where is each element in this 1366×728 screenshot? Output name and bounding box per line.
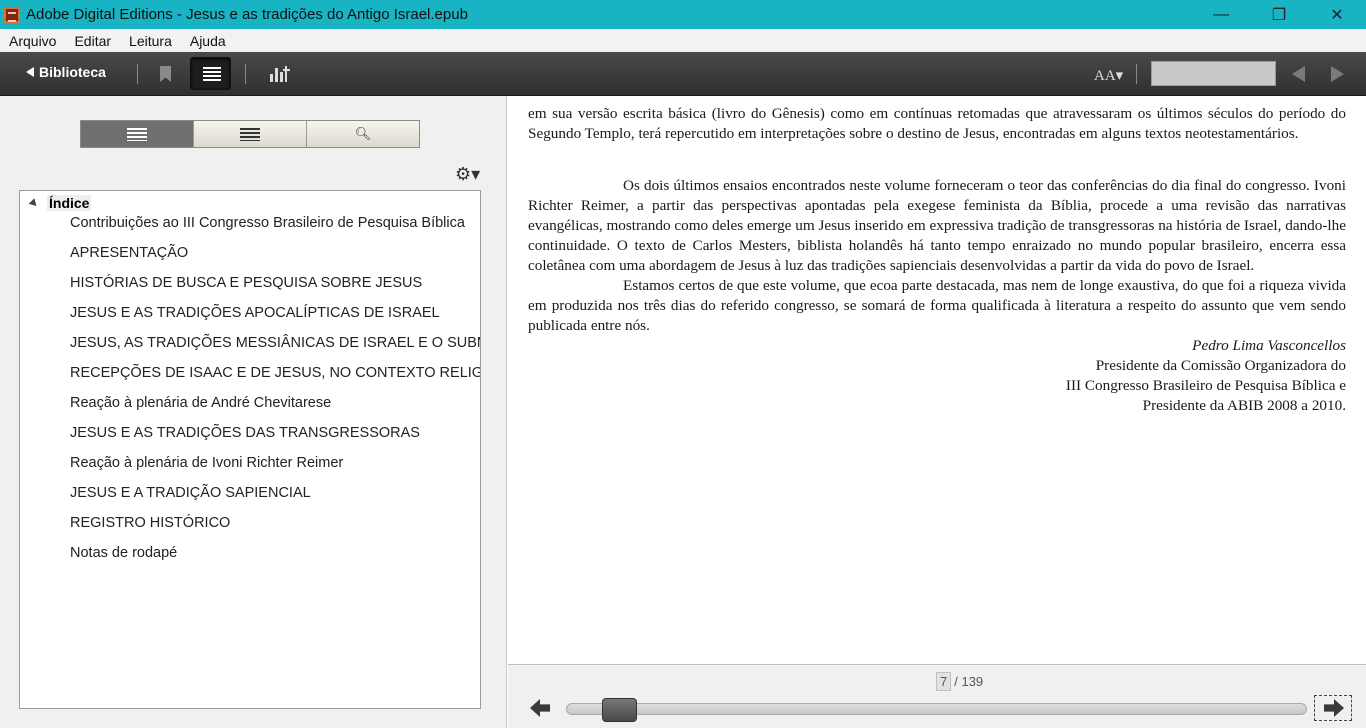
current-page-field[interactable]: 7 xyxy=(936,672,952,691)
toolbar-divider xyxy=(1136,64,1137,84)
page-slider[interactable] xyxy=(566,698,1307,722)
toc-item[interactable]: JESUS E AS TRADIÇÕES DAS TRANSGRESSORAS xyxy=(70,425,420,441)
window-title: Adobe Digital Editions - Jesus e as trad… xyxy=(26,6,468,23)
toc-root-label: Índice xyxy=(47,195,92,211)
slider-thumb[interactable] xyxy=(602,698,637,722)
font-size-icon[interactable]: AA▾ xyxy=(1094,66,1123,85)
toc-item[interactable]: APRESENTAÇÃO xyxy=(70,245,188,261)
paragraph: Estamos certos de que este volume, que e… xyxy=(528,277,1346,334)
search-input[interactable] xyxy=(1151,61,1276,86)
toc-root[interactable]: Índice xyxy=(28,195,92,211)
previous-page-button[interactable] xyxy=(530,698,552,718)
toc-item[interactable]: JESUS, AS TRADIÇÕES MESSIÂNICAS DE ISRAE… xyxy=(70,335,480,351)
adobe-digital-editions-icon xyxy=(4,6,20,23)
arrow-left-icon xyxy=(530,699,550,717)
next-page-button[interactable] xyxy=(1314,695,1352,721)
tab-search[interactable]: 🔍︎ xyxy=(307,121,419,147)
maximize-button[interactable]: ❐ xyxy=(1250,0,1308,29)
toc-view-button[interactable] xyxy=(190,57,231,90)
previous-page-icon[interactable] xyxy=(1292,66,1305,82)
bookmark-list-icon xyxy=(240,127,260,141)
total-pages: / 139 xyxy=(954,674,984,689)
menu-bar: Arquivo Editar Leitura Ajuda xyxy=(0,29,1366,52)
signature-line: Presidente da ABIB 2008 a 2010. xyxy=(1142,397,1346,414)
reading-pane: em sua versão escrita básica (livro do G… xyxy=(508,96,1366,664)
toc-item[interactable]: Notas de rodapé xyxy=(70,545,177,561)
tab-table-of-contents[interactable] xyxy=(81,121,194,147)
toc-item[interactable]: Reação à plenária de Ivoni Richter Reime… xyxy=(70,455,343,471)
paragraph: em sua versão escrita básica (livro do G… xyxy=(528,105,1346,142)
close-button[interactable]: ✕ xyxy=(1308,0,1366,29)
toc-item[interactable]: HISTÓRIAS DE BUSCA E PESQUISA SOBRE JESU… xyxy=(70,275,422,291)
expand-triangle-icon[interactable] xyxy=(28,197,40,209)
toc-item[interactable]: REGISTRO HISTÓRICO xyxy=(70,515,230,531)
arrow-right-icon xyxy=(1324,699,1344,717)
library-label: Biblioteca xyxy=(39,64,106,80)
menu-leitura[interactable]: Leitura xyxy=(120,33,181,49)
paragraph: Os dois últimos ensaios encontrados nest… xyxy=(528,177,1346,274)
list-icon xyxy=(203,67,221,81)
page-indicator: 7 / 139 xyxy=(936,672,983,691)
menu-arquivo[interactable]: Arquivo xyxy=(0,33,65,49)
toc-item[interactable]: Contribuições ao III Congresso Brasileir… xyxy=(70,215,465,231)
signature-name: Pedro Lima Vasconcellos xyxy=(1192,337,1346,354)
toc-icon xyxy=(127,127,147,141)
magnifier-icon: 🔍︎ xyxy=(354,126,372,141)
sidebar-view-tabs: 🔍︎ xyxy=(80,120,420,148)
page-content: em sua versão escrita básica (livro do G… xyxy=(528,104,1346,416)
toc-item[interactable]: RECEPÇÕES DE ISAAC E DE JESUS, NO CONTEX… xyxy=(70,365,480,381)
sidebar: 🔍︎ ⚙▾ Índice Contribuições ao III Congre… xyxy=(0,96,507,728)
menu-ajuda[interactable]: Ajuda xyxy=(181,33,235,49)
reading-stats-icon[interactable] xyxy=(270,64,292,82)
toolbar-divider xyxy=(137,64,138,84)
signature-line: Presidente da Comissão Organizadora do xyxy=(1095,357,1346,374)
menu-editar[interactable]: Editar xyxy=(65,33,120,49)
bookmark-icon[interactable] xyxy=(160,66,171,82)
title-bar: Adobe Digital Editions - Jesus e as trad… xyxy=(0,0,1366,29)
back-arrow-icon xyxy=(26,67,34,77)
gear-icon[interactable]: ⚙▾ xyxy=(455,164,480,185)
window-controls: — ❐ ✕ xyxy=(1192,0,1366,29)
tab-bookmarks[interactable] xyxy=(194,121,307,147)
toc-item[interactable]: JESUS E AS TRADIÇÕES APOCALÍPTICAS DE IS… xyxy=(70,305,440,321)
toolbar-divider xyxy=(245,64,246,84)
library-button[interactable]: Biblioteca xyxy=(26,64,106,80)
toc-item[interactable]: JESUS E A TRADIÇÃO SAPIENCIAL xyxy=(70,485,311,501)
toc-item[interactable]: Reação à plenária de André Chevitarese xyxy=(70,395,331,411)
page-navigation: 7 / 139 xyxy=(508,664,1366,728)
signature-line: III Congresso Brasileiro de Pesquisa Bíb… xyxy=(1065,377,1346,394)
minimize-button[interactable]: — xyxy=(1192,0,1250,29)
toc-tree: Índice Contribuições ao III Congresso Br… xyxy=(19,190,481,709)
next-page-icon[interactable] xyxy=(1331,66,1344,82)
